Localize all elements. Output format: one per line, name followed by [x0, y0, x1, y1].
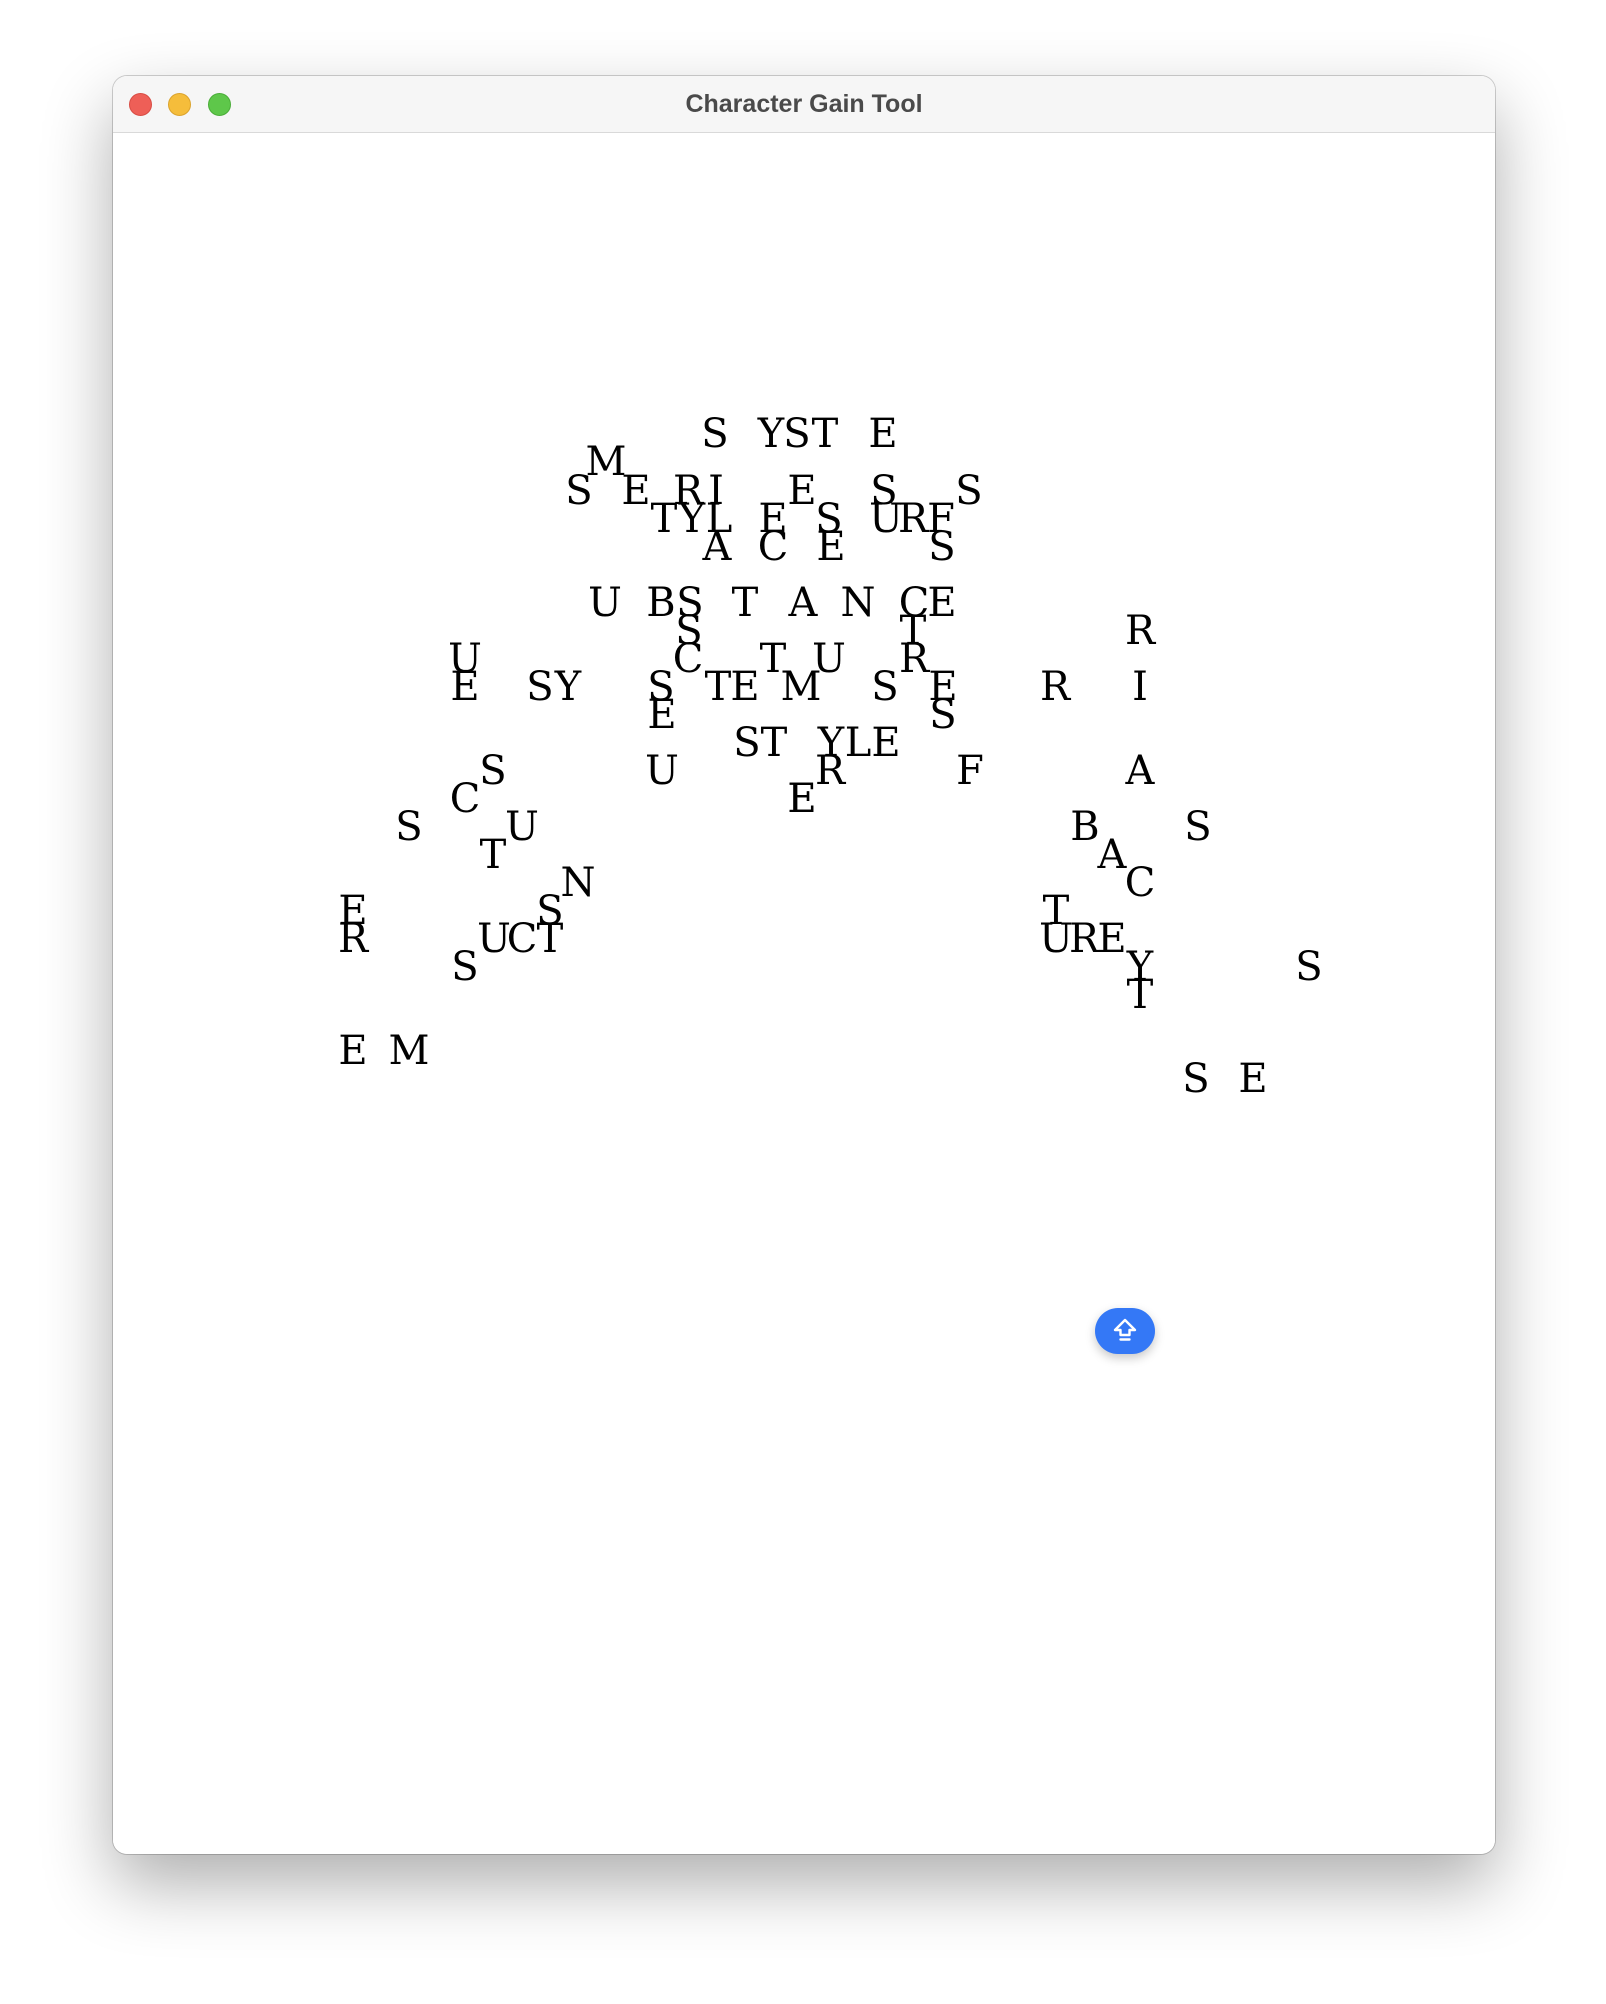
glyph-char: C — [506, 916, 538, 962]
glyph-char: S — [526, 664, 554, 710]
glyph-char: S — [1184, 804, 1212, 850]
glyph-char: A — [788, 580, 818, 626]
glyph-char: E — [1097, 916, 1127, 962]
glyph-char: S — [1295, 944, 1323, 990]
glyph-char: C — [672, 636, 704, 682]
glyph-char: E — [871, 720, 901, 766]
glyph-char: U — [645, 748, 679, 794]
glyph-char: R — [898, 636, 930, 682]
glyph-char: T — [704, 664, 732, 710]
glyph-char: F — [956, 748, 984, 794]
glyph-char: R — [1068, 916, 1100, 962]
glyph-char: U — [505, 804, 539, 850]
glyph-char: R — [1124, 608, 1156, 654]
glyph-char: A — [1125, 748, 1155, 794]
glyph-char: S — [928, 524, 956, 570]
glyph-char: S — [565, 468, 593, 514]
glyph-char: B — [646, 580, 676, 626]
glyph-char: E — [730, 664, 760, 710]
glyph-char: E — [621, 468, 651, 514]
glyph-char: E — [1238, 1056, 1268, 1102]
glyph-char: U — [1039, 916, 1073, 962]
glyph-char: T — [650, 496, 678, 542]
glyph-char: L — [844, 720, 872, 766]
glyph-char: T — [479, 832, 507, 878]
glyph-char: R — [814, 748, 846, 794]
glyph-char: C — [1124, 860, 1156, 906]
glyph-char: E — [647, 692, 677, 738]
glyph-char: S — [479, 748, 507, 794]
glyph-char: S — [783, 411, 811, 457]
glyph-char: C — [757, 524, 789, 570]
glyph-char: T — [731, 580, 759, 626]
glyph-char: E — [450, 664, 480, 710]
glyph-char: A — [702, 524, 732, 570]
glyph-char: R — [897, 496, 929, 542]
glyph-char: E — [787, 776, 817, 822]
glyph-char: Y — [554, 664, 582, 710]
glyph-char: B — [1070, 804, 1100, 850]
glyph-char: S — [451, 944, 479, 990]
glyph-char: T — [760, 720, 788, 766]
glyph-char: S — [701, 411, 729, 457]
glyph-char: Y — [757, 411, 785, 457]
window-title: Character Gain Tool — [685, 90, 923, 118]
glyph-char: M — [780, 664, 822, 710]
canvas-area: S Y S T E M S E R I E S S T Y L E S U R … — [113, 133, 1495, 1854]
upload-button[interactable] — [1095, 1308, 1155, 1354]
glyph-char: T — [536, 916, 564, 962]
upload-arrow-icon — [1113, 1318, 1137, 1341]
glyph-char: S — [955, 468, 983, 514]
glyph-char: S — [871, 664, 899, 710]
glyph-char: T — [811, 411, 839, 457]
glyph-char: S — [395, 804, 423, 850]
glyph-char: N — [560, 860, 596, 906]
glyph-char: S — [929, 692, 957, 738]
glyph-char: S — [1182, 1056, 1210, 1102]
glyph-char: E — [927, 580, 957, 626]
glyph-char: A — [1097, 832, 1127, 878]
glyph-char: E — [338, 1028, 368, 1074]
glyph-char: M — [388, 1028, 430, 1074]
glyph-char: R — [337, 916, 369, 962]
glyph-char: T — [1126, 972, 1154, 1018]
glyph-char: I — [1132, 664, 1148, 710]
glyph-char: R — [1039, 664, 1071, 710]
app-window: Character Gain Tool S Y S T E M S E R I … — [113, 76, 1495, 1854]
glyph-char: N — [840, 580, 876, 626]
title-bar[interactable]: Character Gain Tool — [113, 76, 1495, 133]
glyph-char: E — [868, 411, 898, 457]
glyph-char: S — [733, 720, 761, 766]
glyph-char: E — [787, 468, 817, 514]
glyph-char: U — [588, 580, 622, 626]
glyph-char: Y — [678, 496, 706, 542]
glyph-char: C — [449, 776, 481, 822]
glyph-char: E — [816, 524, 846, 570]
